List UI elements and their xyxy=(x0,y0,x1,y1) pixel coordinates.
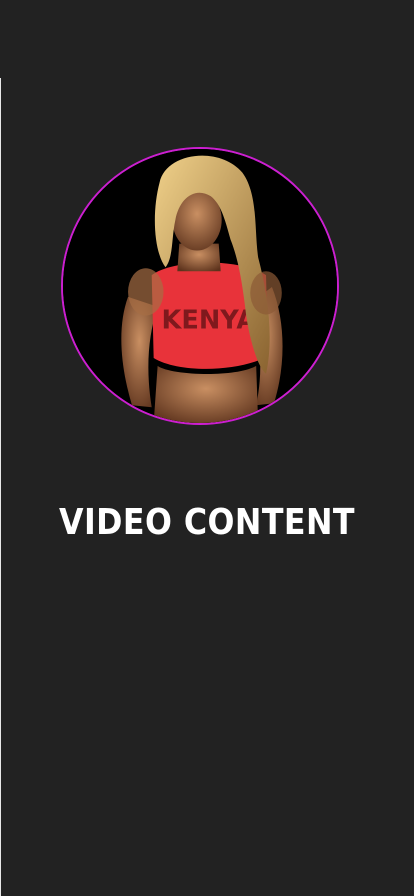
section-title: VIDEO CONTENT xyxy=(58,502,355,543)
video-content-screen: KENYA VIDEO CONTENT xyxy=(0,0,414,896)
avatar-image: KENYA xyxy=(63,149,337,423)
profile-photo-avatar[interactable]: KENYA xyxy=(61,147,339,425)
shirt-text: KENYA xyxy=(162,305,257,335)
left-edge-line xyxy=(0,78,1,896)
